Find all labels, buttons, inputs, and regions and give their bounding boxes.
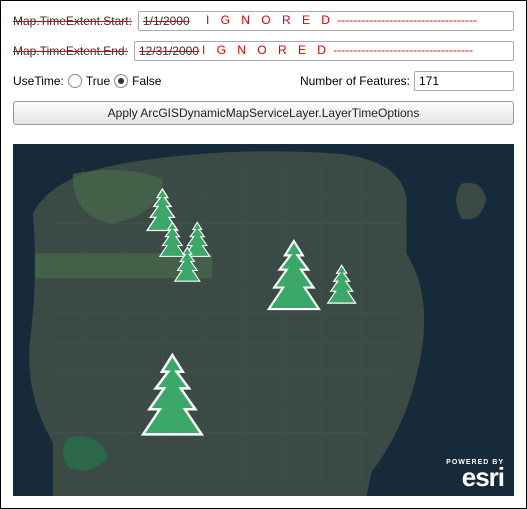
num-features-label: Number of Features: <box>300 74 410 88</box>
start-input[interactable] <box>138 11 514 31</box>
end-input[interactable] <box>134 41 514 61</box>
map[interactable]: POWERED BY esri <box>13 144 514 496</box>
app-panel: Map.TimeExtent.Start: I G N O R E D ----… <box>0 0 527 509</box>
radio-false[interactable] <box>114 74 128 88</box>
row-start: Map.TimeExtent.Start: I G N O R E D ----… <box>13 11 514 31</box>
num-features-input[interactable] <box>414 71 514 91</box>
radio-true-label: True <box>86 74 110 88</box>
usetime-group: UseTime: True False <box>13 74 161 88</box>
label-end: Map.TimeExtent.End: <box>13 44 134 58</box>
usetime-label: UseTime: <box>13 74 64 88</box>
row-options: UseTime: True False Number of Features: <box>13 71 514 91</box>
map-svg <box>13 144 514 496</box>
input-wrap-end: I G N O R E D --------------------------… <box>134 41 514 61</box>
radio-false-label: False <box>132 74 161 88</box>
row-end: Map.TimeExtent.End: I G N O R E D ------… <box>13 41 514 61</box>
label-start: Map.TimeExtent.Start: <box>13 14 138 28</box>
input-wrap-start: I G N O R E D --------------------------… <box>138 11 514 31</box>
radio-true[interactable] <box>68 74 82 88</box>
controls: Map.TimeExtent.Start: I G N O R E D ----… <box>1 1 526 133</box>
num-features: Number of Features: <box>300 71 514 91</box>
apply-button[interactable]: Apply ArcGISDynamicMapServiceLayer.Layer… <box>13 101 514 125</box>
